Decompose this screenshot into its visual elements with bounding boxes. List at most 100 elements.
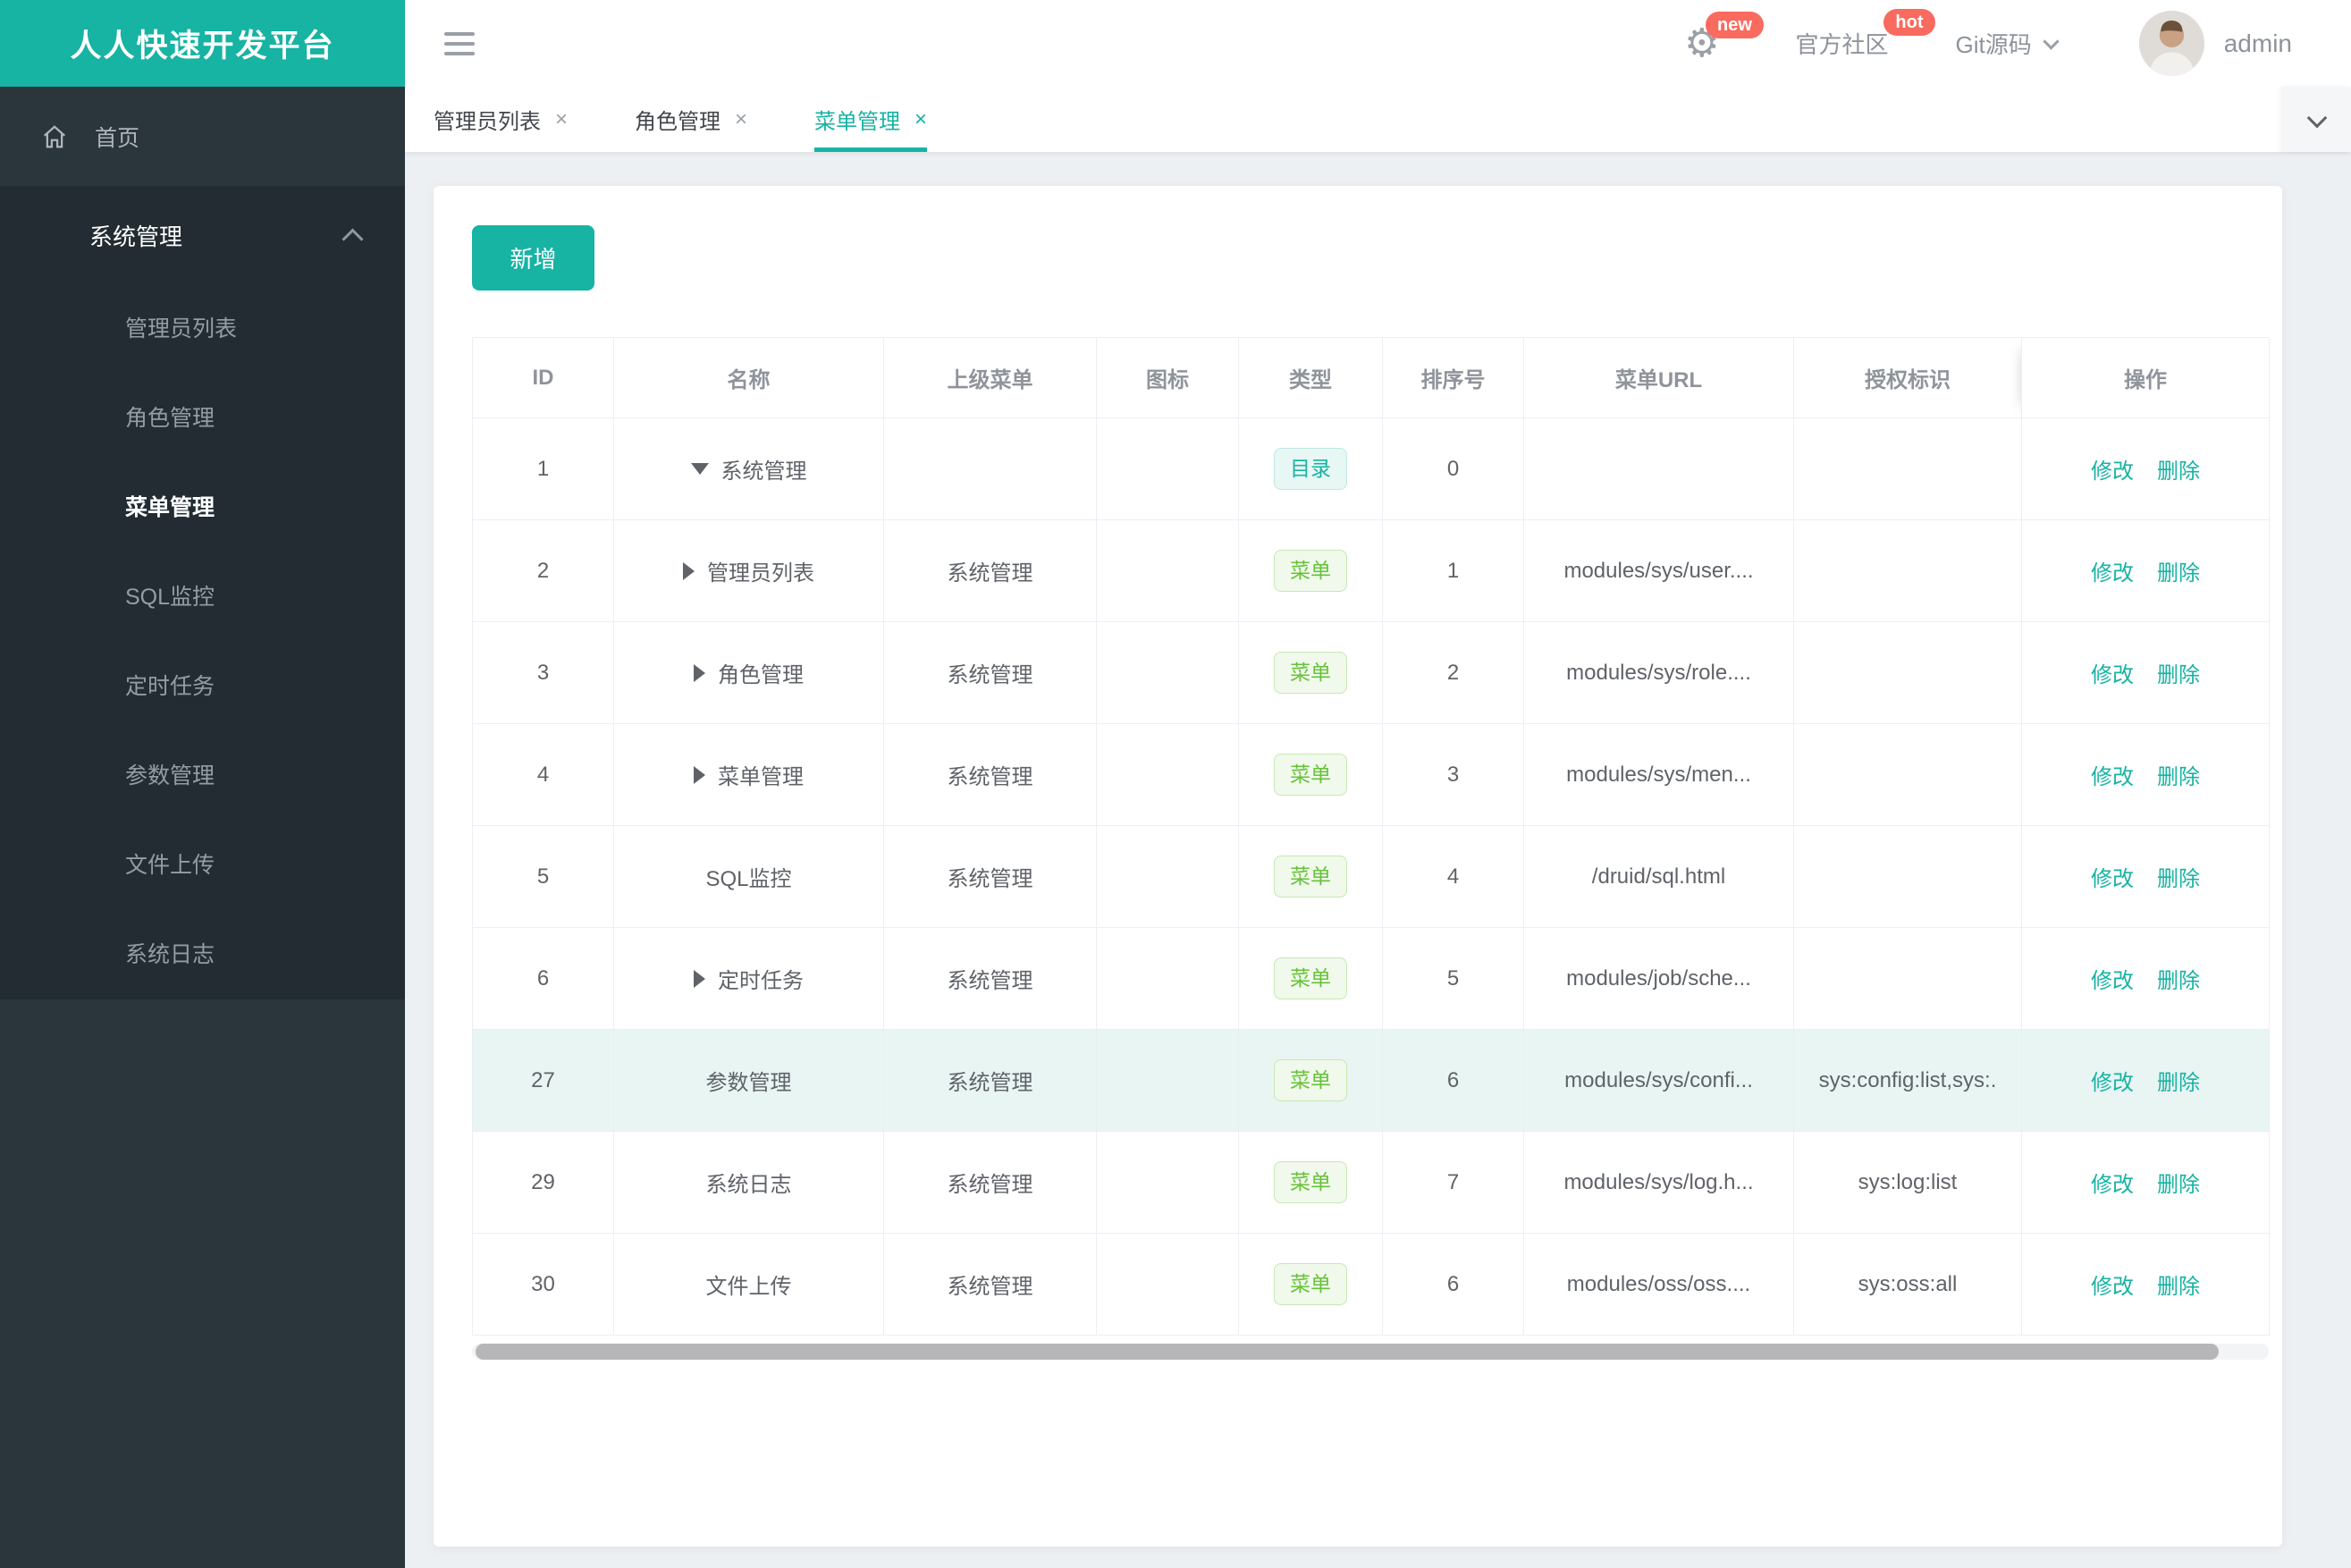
delete-link[interactable]: 删除	[2157, 969, 2200, 993]
tab-role-mgmt[interactable]: 角色管理 ×	[635, 87, 747, 152]
row-id-cell: 1	[472, 417, 614, 520]
tab-overflow-button[interactable]	[2282, 87, 2351, 152]
sidebar-item-system-log[interactable]: 系统日志	[0, 910, 405, 999]
parent-menu-cell: 系统管理	[883, 723, 1097, 826]
edit-link[interactable]: 修改	[2091, 459, 2134, 484]
avatar[interactable]	[2138, 11, 2204, 76]
col-id: ID	[472, 337, 614, 418]
menu-url-cell: /druid/sql.html	[1523, 825, 1794, 928]
sidebar-group-title[interactable]: 系统管理	[0, 186, 405, 284]
edit-link[interactable]: 修改	[2091, 561, 2134, 586]
menu-url-cell: modules/sys/log.h...	[1523, 1131, 1794, 1234]
delete-link[interactable]: 删除	[2157, 1173, 2200, 1197]
tree-expand-icon[interactable]	[683, 561, 695, 580]
tabs: 管理员列表 × 角色管理 × 菜单管理 ×	[405, 87, 994, 152]
type-cell: 目录	[1238, 417, 1383, 520]
sidebar-item-scheduled-tasks[interactable]: 定时任务	[0, 642, 405, 731]
edit-link[interactable]: 修改	[2091, 1071, 2134, 1095]
group-title-label: 系统管理	[89, 223, 183, 250]
avatar-image	[2138, 11, 2204, 76]
sidebar-item-admin-list[interactable]: 管理员列表	[0, 284, 405, 374]
type-cell: 菜单	[1238, 1233, 1383, 1336]
tab-menu-mgmt[interactable]: 菜单管理 ×	[814, 87, 928, 152]
parent-menu-cell: 系统管理	[883, 927, 1097, 1030]
new-badge: new	[1706, 11, 1764, 38]
close-icon[interactable]: ×	[914, 107, 927, 132]
type-badge: 菜单	[1274, 1263, 1347, 1305]
order-cell: 4	[1382, 825, 1524, 928]
tab-label: 菜单管理	[814, 110, 901, 134]
table-row: 3 角色管理 系统管理 菜单 2 modules/sys/role.... 修改…	[472, 621, 2270, 724]
tab-admin-list[interactable]: 管理员列表 ×	[434, 87, 568, 152]
menu-name: 定时任务	[718, 969, 804, 993]
permission-cell	[1793, 417, 2022, 520]
tree-expand-icon[interactable]	[694, 765, 705, 784]
delete-link[interactable]: 删除	[2157, 1275, 2200, 1299]
parent-menu-cell: 系统管理	[883, 1233, 1097, 1336]
close-icon[interactable]: ×	[735, 107, 747, 132]
scrollbar-thumb[interactable]	[476, 1344, 2219, 1360]
edit-link[interactable]: 修改	[2091, 663, 2134, 687]
order-cell: 7	[1382, 1131, 1524, 1234]
add-button[interactable]: 新增	[472, 225, 594, 291]
actions-cell: 修改 删除	[2021, 825, 2270, 928]
sidebar-item-menu-mgmt[interactable]: 菜单管理	[0, 463, 405, 552]
chevron-down-icon	[2044, 35, 2059, 49]
table-row: 27 参数管理 系统管理 菜单 6 modules/sys/confi... s…	[472, 1029, 2270, 1132]
type-badge: 菜单	[1274, 957, 1347, 999]
tree-expand-icon[interactable]	[694, 663, 705, 682]
sidebar-item-sql-monitor[interactable]: SQL监控	[0, 552, 405, 642]
menu-url-cell: modules/sys/men...	[1523, 723, 1794, 826]
username-label[interactable]: admin	[2224, 30, 2292, 58]
tab-bar: 管理员列表 × 角色管理 × 菜单管理 ×	[405, 87, 2351, 152]
edit-link[interactable]: 修改	[2091, 1173, 2134, 1197]
type-badge: 菜单	[1274, 754, 1347, 796]
sidebar-item-role-mgmt[interactable]: 角色管理	[0, 374, 405, 463]
row-id-cell: 2	[472, 519, 614, 622]
parent-menu-cell: 系统管理	[883, 519, 1097, 622]
sidebar-home-label: 首页	[95, 125, 140, 151]
settings-wrap: ⚙ new	[1684, 11, 1764, 63]
tree-expand-icon[interactable]	[690, 463, 709, 475]
close-icon[interactable]: ×	[555, 107, 568, 132]
sidebar-item-param-mgmt[interactable]: 参数管理	[0, 731, 405, 821]
community-link[interactable]: 官方社区	[1795, 31, 1888, 58]
app-logo: 人人快速开发平台	[0, 0, 405, 87]
permission-cell	[1793, 723, 2022, 826]
icon-cell	[1096, 825, 1239, 928]
sidebar-item-home[interactable]: 首页	[0, 87, 405, 186]
hamburger-menu-icon[interactable]	[444, 26, 475, 62]
table-row: 6 定时任务 系统管理 菜单 5 modules/job/sche... 修改删…	[472, 927, 2270, 1030]
edit-link[interactable]: 修改	[2091, 765, 2134, 789]
row-id-cell: 27	[472, 1029, 614, 1132]
sidebar: 人人快速开发平台 首页 系统管理 管理员列表 角色管理 菜单管理 SQL监控 定…	[0, 0, 405, 1568]
tab-label: 角色管理	[635, 110, 721, 134]
edit-link[interactable]: 修改	[2091, 1275, 2134, 1299]
menu-name: 文件上传	[705, 1275, 792, 1299]
delete-link[interactable]: 删除	[2157, 765, 2200, 789]
edit-link[interactable]: 修改	[2091, 969, 2134, 993]
main-area: ⚙ new 官方社区 hot Git源码 admin 管理员列表 × 角色管理 …	[405, 0, 2351, 1568]
col-actions: 操作	[2021, 337, 2270, 418]
type-badge: 目录	[1274, 448, 1347, 490]
sidebar-item-file-upload[interactable]: 文件上传	[0, 821, 405, 910]
col-permission: 授权标识	[1793, 337, 2022, 418]
home-icon	[44, 124, 65, 148]
row-id-cell: 29	[472, 1131, 614, 1234]
edit-link[interactable]: 修改	[2091, 867, 2134, 891]
actions-cell: 修改 删除	[2021, 519, 2270, 622]
order-cell: 0	[1382, 417, 1524, 520]
tree-expand-icon[interactable]	[694, 969, 705, 988]
delete-link[interactable]: 删除	[2157, 867, 2200, 891]
tab-label: 管理员列表	[434, 110, 541, 134]
delete-link[interactable]: 删除	[2157, 1071, 2200, 1095]
delete-link[interactable]: 删除	[2157, 561, 2200, 586]
type-badge: 菜单	[1274, 1161, 1347, 1203]
menu-url-cell: modules/oss/oss....	[1523, 1233, 1794, 1336]
delete-link[interactable]: 删除	[2157, 663, 2200, 687]
git-source-link[interactable]: Git源码	[1956, 31, 2032, 58]
permission-cell: sys:oss:all	[1793, 1233, 2022, 1336]
menu-name: 管理员列表	[707, 561, 814, 586]
delete-link[interactable]: 删除	[2157, 459, 2200, 484]
permission-cell: sys:config:list,sys:.	[1793, 1029, 2022, 1132]
